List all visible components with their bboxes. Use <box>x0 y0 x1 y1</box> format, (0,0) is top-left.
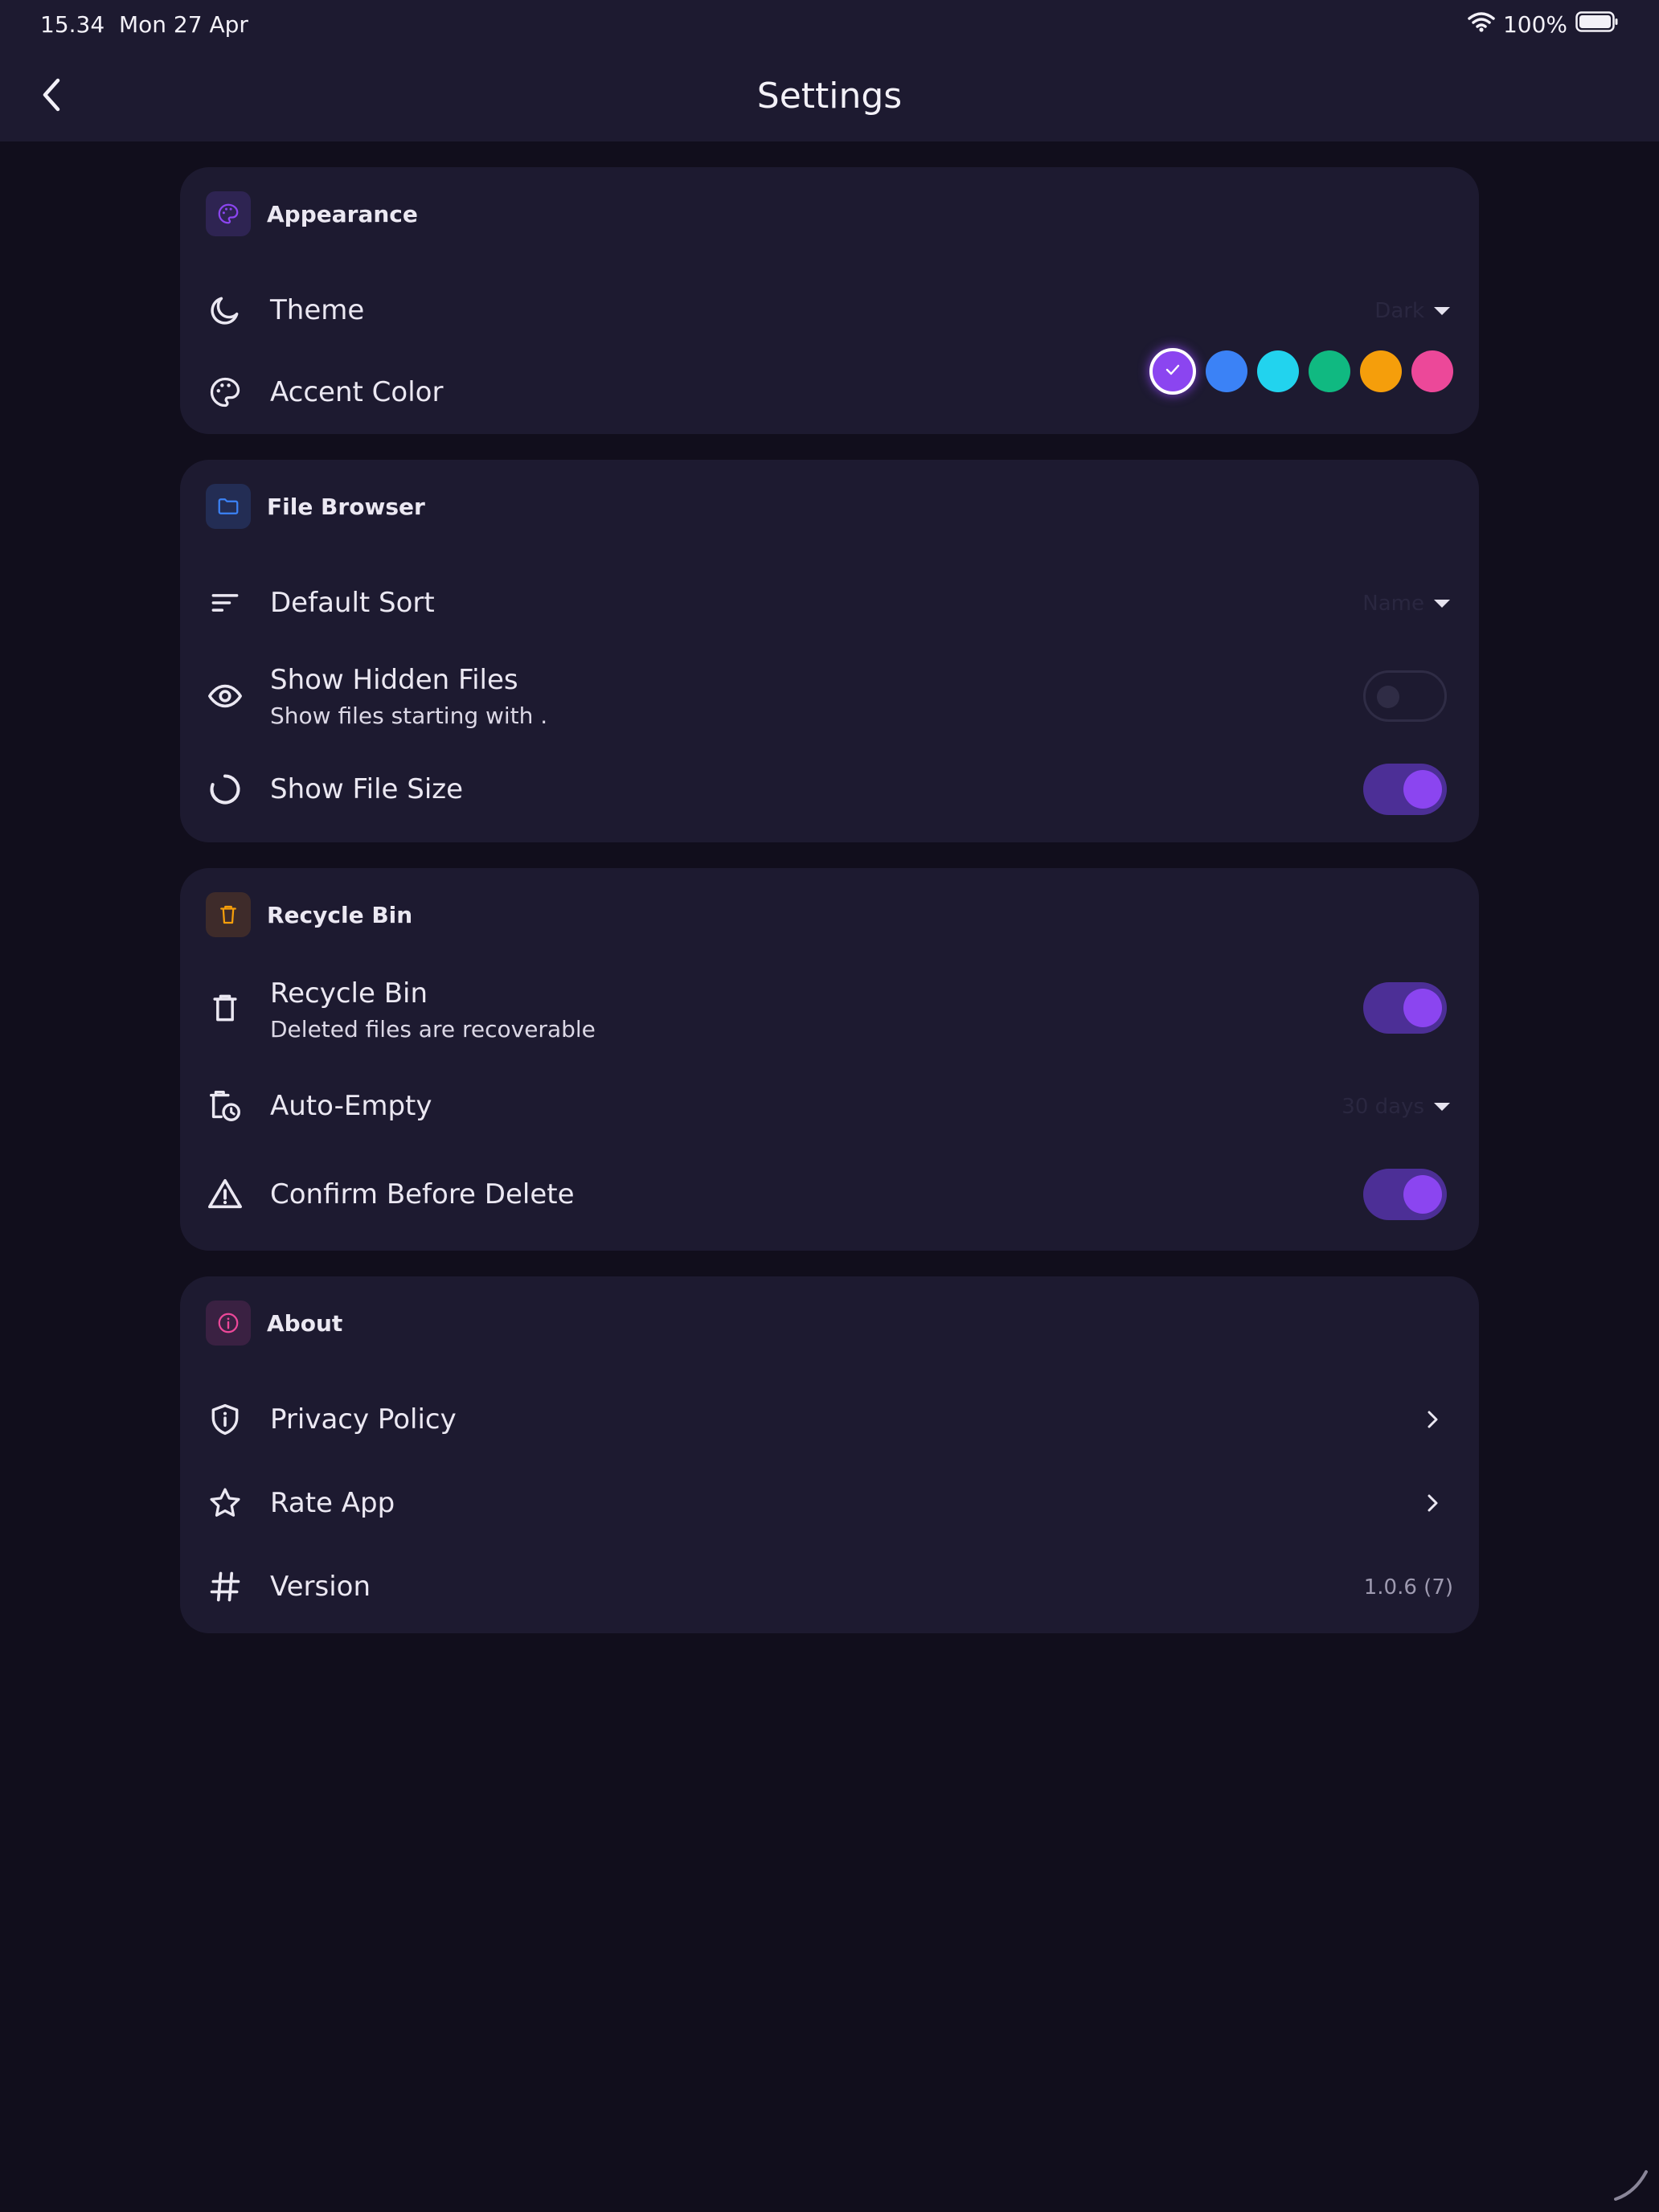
privacy-policy-row[interactable]: Privacy Policy <box>180 1378 1479 1461</box>
chevron-right-icon <box>1421 1492 1444 1514</box>
default-sort-value: Name <box>1362 592 1424 616</box>
auto-empty-row[interactable]: Auto-Empty 30 days <box>180 1059 1479 1151</box>
file-browser-card: File Browser Default Sort Name Show Hidd… <box>180 460 1479 842</box>
about-header: About <box>206 1301 342 1346</box>
show-hidden-files-label: Show Hidden Files <box>270 664 518 696</box>
swatch-green[interactable] <box>1309 350 1350 392</box>
page-title: Settings <box>756 76 903 117</box>
chevron-right-icon <box>1421 1408 1444 1431</box>
trash-icon <box>206 892 251 937</box>
swatch-blue[interactable] <box>1206 350 1247 392</box>
version-label: Version <box>270 1571 371 1603</box>
show-file-size-label: Show File Size <box>270 773 464 805</box>
recycle-bin-label: Recycle Bin <box>270 977 428 1010</box>
swatch-cyan[interactable] <box>1257 350 1299 392</box>
nav-bar: Settings <box>0 51 1659 141</box>
swatch-purple[interactable] <box>1149 348 1196 395</box>
appearance-header: Appearance <box>206 191 418 236</box>
status-indicators: 100% <box>1468 11 1619 38</box>
confirm-delete-toggle[interactable] <box>1363 1169 1447 1220</box>
auto-empty-value: 30 days <box>1342 1095 1424 1119</box>
about-title: About <box>267 1309 343 1337</box>
palette-icon <box>206 191 251 236</box>
theme-row[interactable]: Theme Dark <box>180 268 1479 352</box>
sort-icon <box>206 584 244 622</box>
privacy-policy-label: Privacy Policy <box>270 1403 457 1436</box>
caret-down-icon <box>1434 1103 1450 1111</box>
version-row: Version 1.0.6 (7) <box>180 1545 1479 1628</box>
swatch-orange[interactable] <box>1360 350 1402 392</box>
recycle-bin-toggle[interactable] <box>1363 982 1447 1034</box>
toggle-knob <box>1403 1175 1442 1214</box>
theme-dropdown[interactable]: Dark <box>1374 299 1450 323</box>
auto-empty-label: Auto-Empty <box>270 1090 432 1122</box>
default-sort-dropdown[interactable]: Name <box>1362 592 1450 616</box>
recycle-bin-row: Recycle Bin Deleted files are recoverabl… <box>180 956 1479 1059</box>
accent-color-label: Accent Color <box>270 376 444 408</box>
rate-app-row[interactable]: Rate App <box>180 1461 1479 1545</box>
pie-chart-icon <box>206 770 244 809</box>
battery-icon <box>1575 11 1619 38</box>
auto-empty-dropdown[interactable]: 30 days <box>1342 1095 1450 1119</box>
status-date: Mon 27 Apr <box>118 11 248 38</box>
confirm-delete-row: Confirm Before Delete <box>180 1151 1479 1239</box>
toggle-knob <box>1403 770 1442 809</box>
theme-label: Theme <box>270 294 365 326</box>
recycle-bin-header: Recycle Bin <box>206 892 412 937</box>
show-hidden-files-row: Show Hidden Files Show files starting wi… <box>180 645 1479 748</box>
theme-value: Dark <box>1374 299 1424 323</box>
show-file-size-row: Show File Size <box>180 748 1479 831</box>
shield-icon <box>206 1400 244 1439</box>
status-bar: 15.34 Mon 27 Apr 100% <box>0 0 1659 51</box>
show-hidden-files-toggle[interactable] <box>1363 670 1447 722</box>
hash-icon <box>206 1567 244 1606</box>
battery-percent: 100% <box>1502 11 1567 38</box>
status-time: 15.34 <box>40 11 105 38</box>
wifi-icon <box>1468 11 1495 38</box>
folder-icon <box>206 484 251 529</box>
moon-icon <box>206 291 244 330</box>
check-icon <box>1164 361 1182 382</box>
rate-app-label: Rate App <box>270 1487 395 1519</box>
confirm-delete-label: Confirm Before Delete <box>270 1178 575 1210</box>
version-value: 1.0.6 (7) <box>1363 1575 1453 1600</box>
status-time-date: 15.34 Mon 27 Apr <box>40 11 248 38</box>
toggle-knob <box>1377 686 1399 708</box>
toggle-knob <box>1403 989 1442 1027</box>
warning-icon <box>206 1175 244 1214</box>
file-browser-title: File Browser <box>267 493 425 520</box>
recycle-bin-card: Recycle Bin Recycle Bin Deleted files ar… <box>180 868 1479 1251</box>
info-icon <box>206 1301 251 1346</box>
caret-down-icon <box>1434 307 1450 315</box>
eye-icon <box>206 677 244 715</box>
palette-icon <box>206 373 244 412</box>
accent-swatches <box>1149 348 1453 395</box>
default-sort-label: Default Sort <box>270 587 435 619</box>
trash-icon <box>206 989 244 1027</box>
default-sort-row[interactable]: Default Sort Name <box>180 561 1479 645</box>
about-card: About Privacy Policy Rate App Version 1.… <box>180 1276 1479 1633</box>
file-browser-header: File Browser <box>206 484 425 529</box>
recycle-bin-title: Recycle Bin <box>267 901 413 928</box>
resize-handle-icon <box>1611 2164 1651 2204</box>
recycle-bin-sub: Deleted files are recoverable <box>270 1016 596 1043</box>
appearance-card: Appearance Theme Dark Accent Color <box>180 167 1479 434</box>
star-icon <box>206 1484 244 1522</box>
show-hidden-files-sub: Show files starting with . <box>270 703 548 729</box>
trash-clock-icon <box>206 1087 244 1125</box>
caret-down-icon <box>1434 600 1450 608</box>
show-file-size-toggle[interactable] <box>1363 764 1447 815</box>
appearance-title: Appearance <box>267 200 418 227</box>
swatch-pink[interactable] <box>1411 350 1453 392</box>
